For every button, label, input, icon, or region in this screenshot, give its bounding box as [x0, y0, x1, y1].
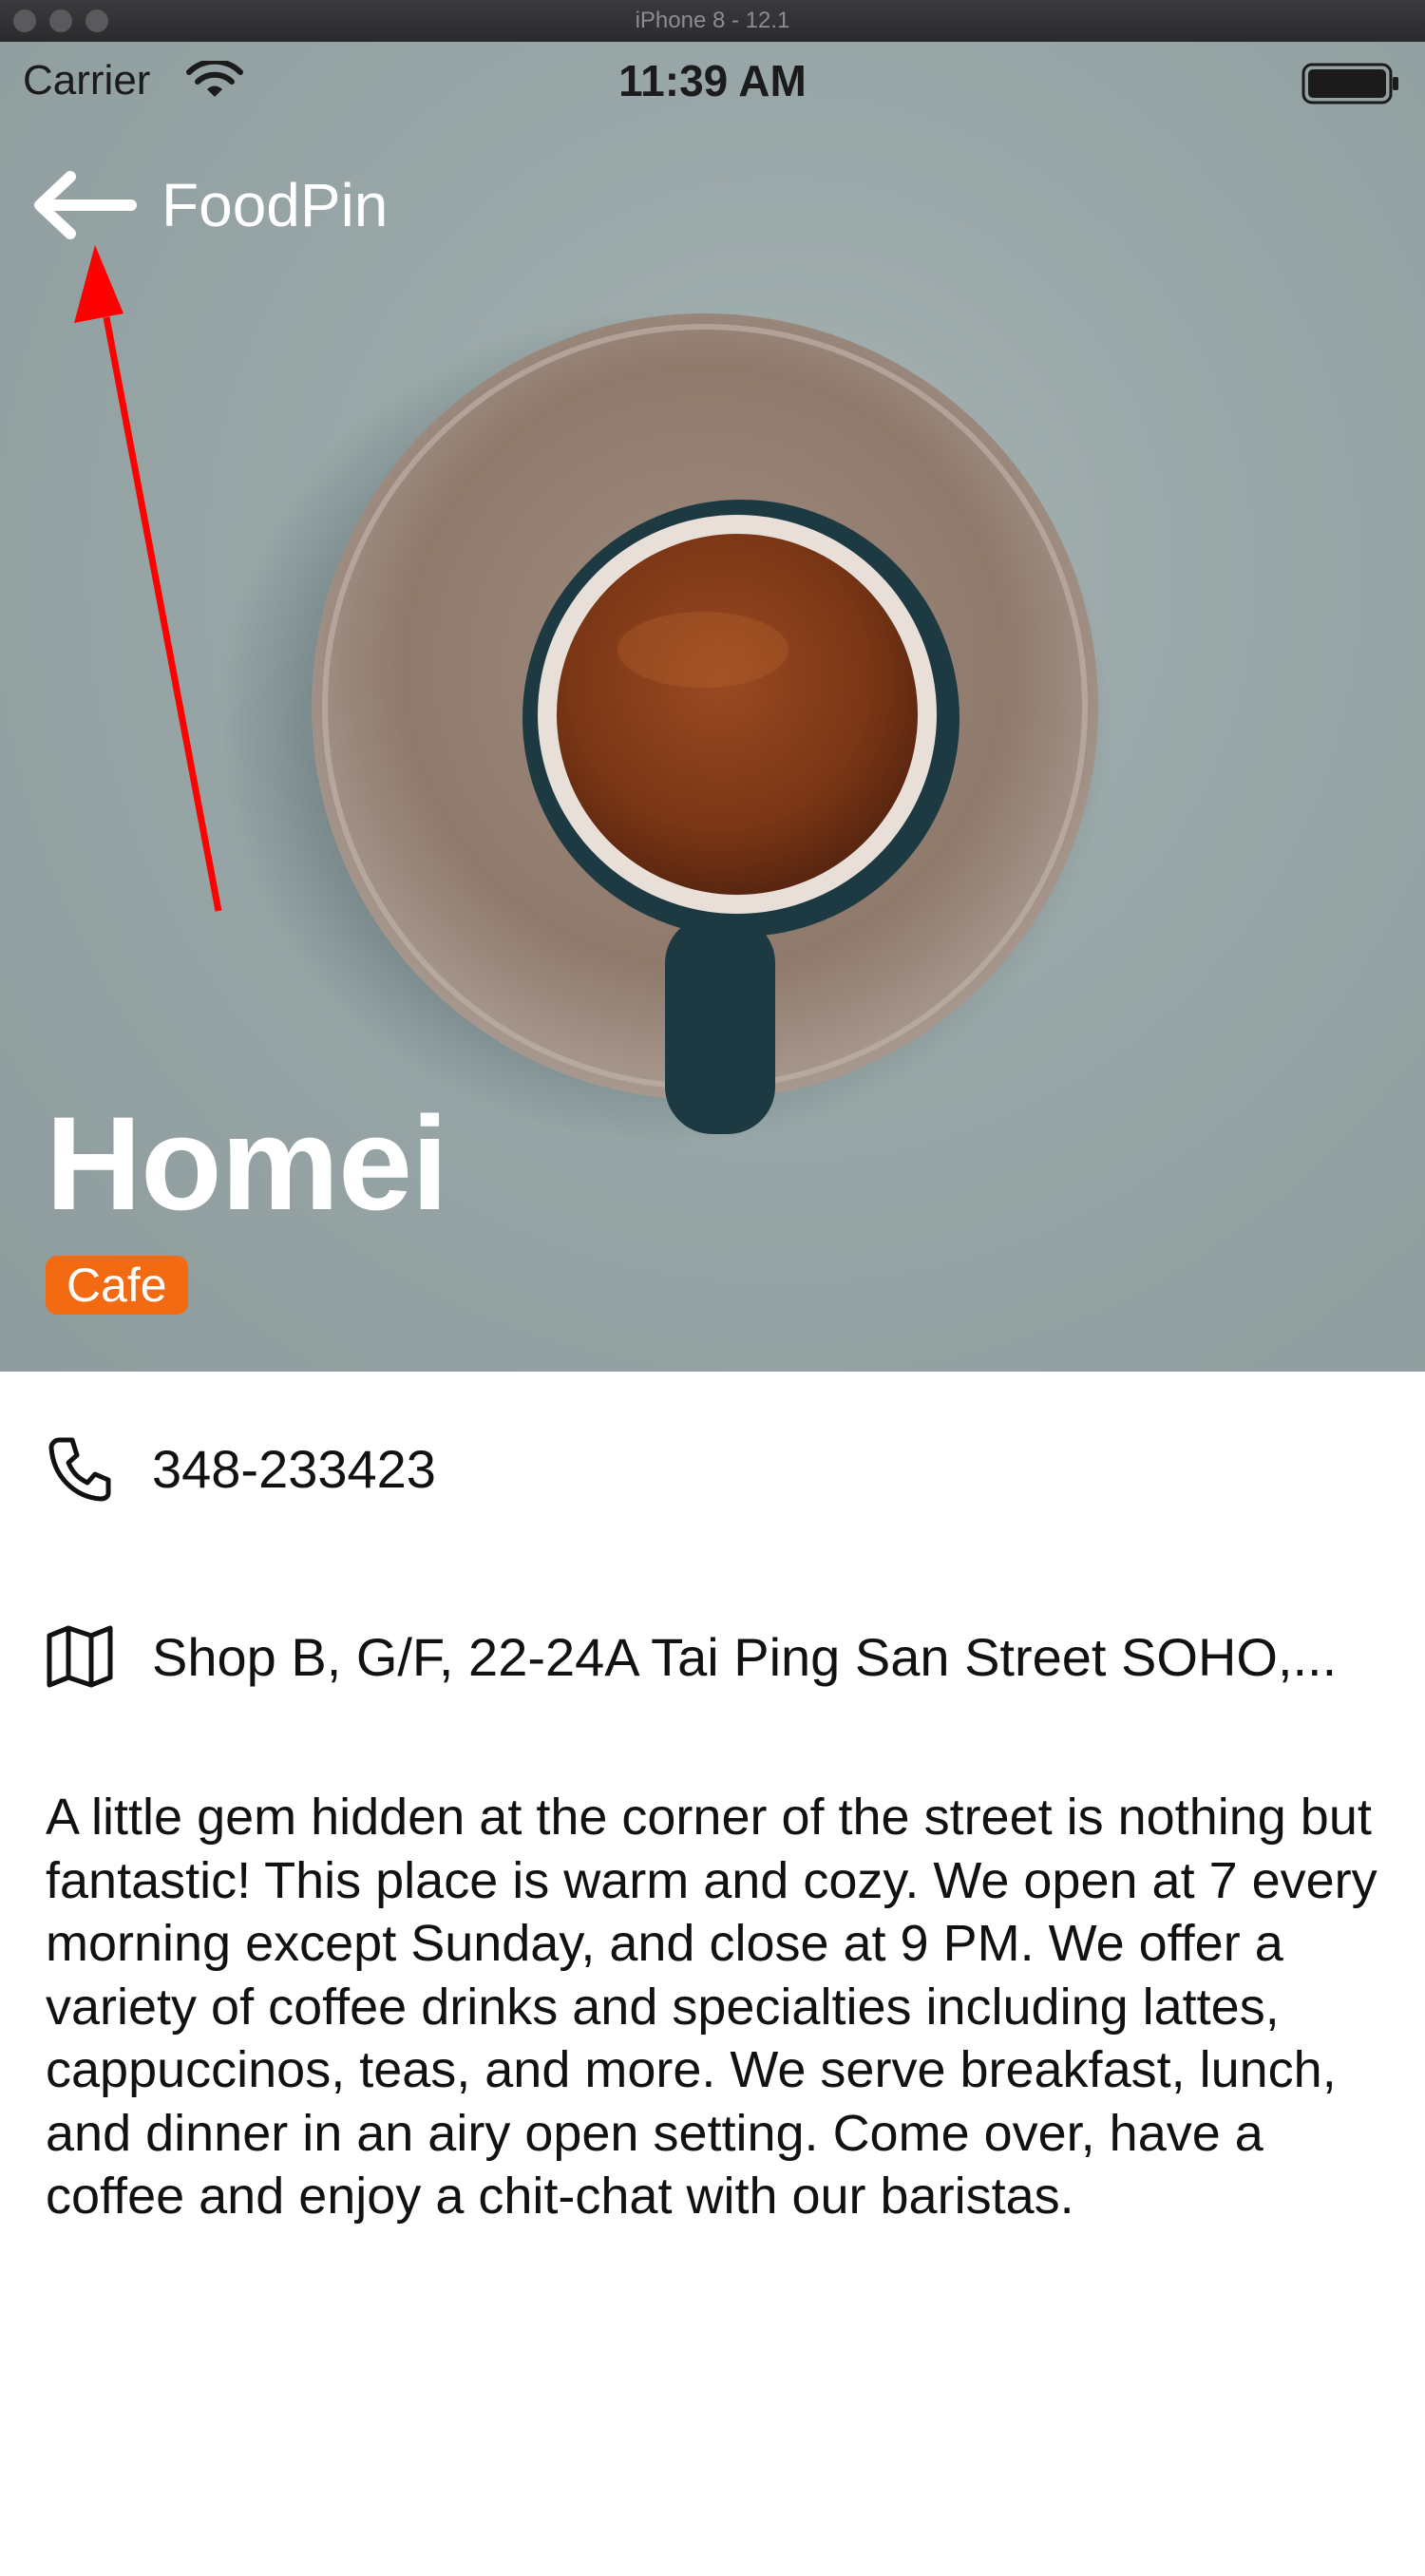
back-label: FoodPin	[162, 171, 389, 239]
window-title: iPhone 8 - 12.1	[635, 8, 790, 33]
restaurant-name: Homei	[46, 1089, 448, 1238]
restaurant-description: A little gem hidden at the corner of the…	[46, 1789, 1378, 2225]
back-button[interactable]: FoodPin	[28, 167, 388, 243]
address-text: Shop B, G/F, 22-24A Tai Ping San Street …	[152, 1626, 1338, 1687]
back-arrow-icon	[34, 171, 137, 239]
phone-row[interactable]: 348-233423	[46, 1434, 436, 1503]
hero-image: Carrier 11:39 AM FoodPin Homei Cafe	[0, 42, 1425, 1372]
restaurant-type-badge: Cafe	[46, 1256, 188, 1315]
simulator-title-bar: iPhone 8 - 12.1	[0, 0, 1425, 43]
map-icon	[47, 1625, 113, 1688]
phone-icon	[48, 1437, 111, 1502]
status-time: 11:39 AM	[618, 56, 807, 105]
status-bar: Carrier 11:39 AM	[0, 42, 1425, 122]
phone-number: 348-233423	[152, 1438, 436, 1499]
address-row[interactable]: Shop B, G/F, 22-24A Tai Ping San Street …	[46, 1622, 1376, 1691]
battery-icon	[1302, 63, 1398, 104]
